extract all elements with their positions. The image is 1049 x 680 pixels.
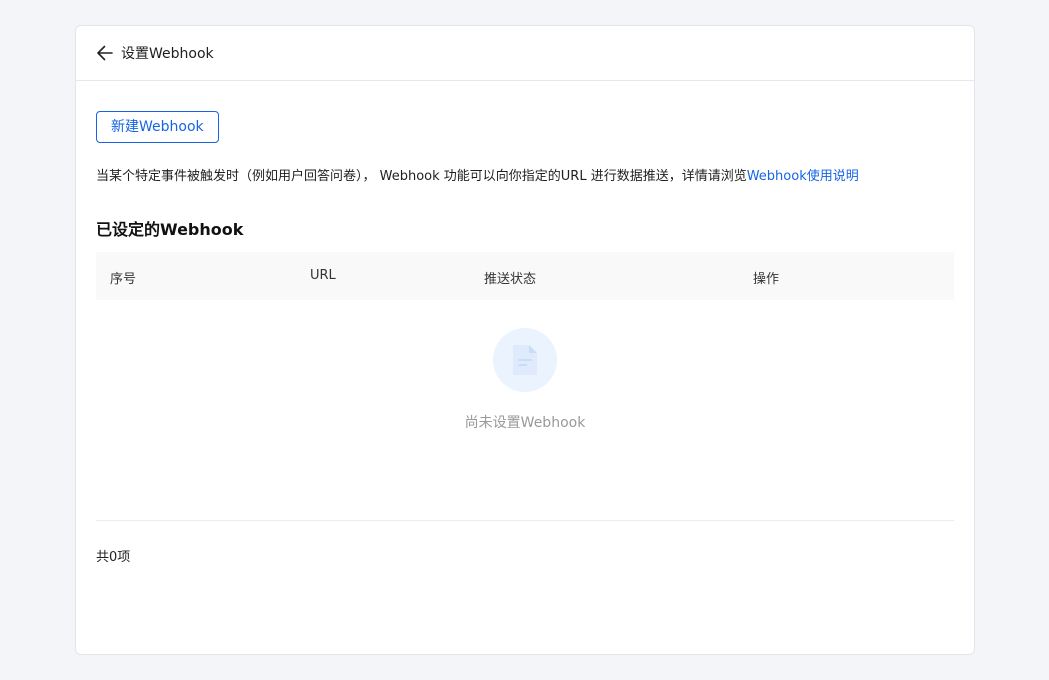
empty-state-text: 尚未设置Webhook [464,415,586,431]
document-icon [493,328,557,392]
arrow-left-icon [97,45,113,61]
webhook-guide-link[interactable]: Webhook使用说明 [747,169,859,184]
description-body: 当某个特定事件被触发时（例如用户回答问卷）， Webhook 功能可以向你指定的… [96,169,747,184]
column-header-url: URL [310,268,336,283]
empty-state: 尚未设置Webhook [96,328,954,432]
column-header-status: 推送状态 [484,272,537,287]
table-header: 序号 URL 推送状态 操作 [96,252,954,300]
section-title: 已设定的Webhook [96,220,244,239]
page-title: 设置Webhook [121,46,214,62]
webhook-settings-card: 设置Webhook 新建Webhook 当某个特定事件被触发时（例如用户回答问卷… [75,25,975,655]
column-header-actions: 操作 [753,272,780,287]
back-button[interactable] [94,42,116,64]
total-count: 共0项 [96,550,131,565]
card-header: 设置Webhook [76,26,974,81]
description-text: 当某个特定事件被触发时（例如用户回答问卷）， Webhook 功能可以向你指定的… [96,165,954,184]
column-header-index: 序号 [110,272,137,287]
divider [96,520,954,521]
new-webhook-button[interactable]: 新建Webhook [96,111,219,143]
